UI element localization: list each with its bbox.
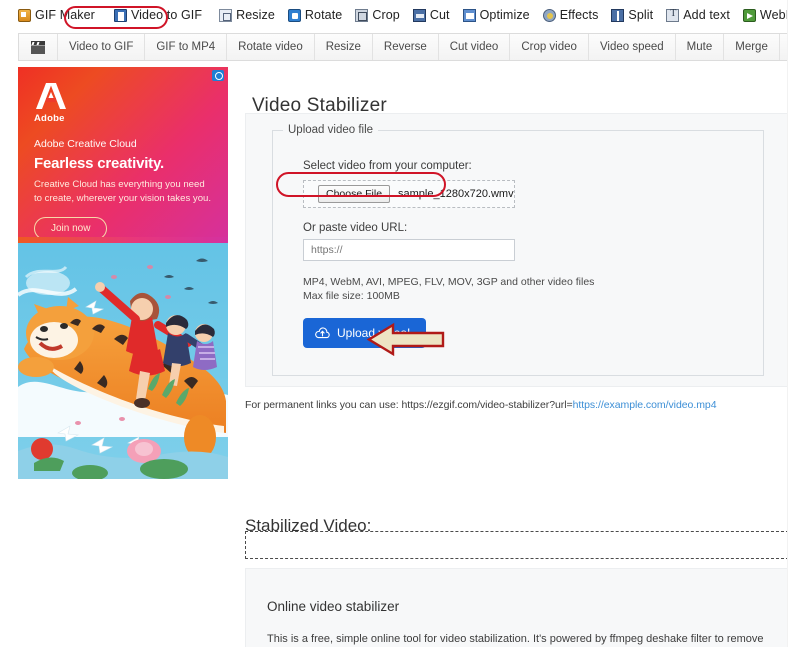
top-nav-label: Optimize bbox=[479, 8, 530, 22]
resize-icon bbox=[219, 8, 233, 22]
top-nav-item-cut[interactable]: Cut bbox=[412, 8, 457, 22]
sub-nav-item-video-speed[interactable]: Video speed bbox=[589, 34, 676, 60]
page-root: GIF Maker Video to GIF Resize Rotate Cro… bbox=[0, 0, 800, 647]
max-file-size-hint: Max file size: 100MB bbox=[303, 290, 400, 302]
top-nav-label: Crop bbox=[372, 8, 400, 22]
sub-nav-label: GIF to MP4 bbox=[156, 41, 216, 53]
info-panel: Online video stabilizer This is a free, … bbox=[245, 568, 789, 647]
webp-icon bbox=[742, 8, 756, 22]
sub-nav-item-mute[interactable]: Mute bbox=[676, 34, 725, 60]
sub-nav-label: Reverse bbox=[383, 41, 427, 53]
top-nav: GIF Maker Video to GIF Resize Rotate Cro… bbox=[0, 0, 800, 30]
top-nav-label: Rotate bbox=[304, 8, 343, 22]
advertisement[interactable]: Adobe Adobe Creative Cloud Fearless crea… bbox=[18, 67, 228, 479]
choose-file-button[interactable]: Choose File bbox=[318, 185, 391, 203]
cloud-upload-icon bbox=[315, 327, 330, 339]
upload-card: Upload video file Select video from your… bbox=[245, 113, 789, 387]
effects-icon bbox=[542, 8, 556, 22]
sub-nav-label: Video speed bbox=[599, 41, 664, 53]
top-nav-label: Video to GIF bbox=[130, 8, 203, 22]
top-nav-item-video-to-gif[interactable]: Video to GIF bbox=[108, 8, 209, 22]
sub-nav-label: Video to GIF bbox=[69, 41, 134, 53]
top-nav-item-add-text[interactable]: Add text bbox=[666, 8, 737, 22]
upload-video-fieldset: Upload video file Select video from your… bbox=[272, 124, 764, 376]
ad-headline: Fearless creativity. bbox=[34, 155, 164, 172]
sub-nav: Video to GIF GIF to MP4 Rotate video Res… bbox=[18, 33, 800, 61]
ad-kicker: Adobe Creative Cloud bbox=[34, 138, 137, 150]
sub-nav-label: Crop video bbox=[521, 41, 577, 53]
top-nav-item-effects[interactable]: Effects bbox=[542, 8, 606, 22]
sub-nav-item-merge[interactable]: Merge bbox=[724, 34, 780, 60]
cut-icon bbox=[412, 8, 426, 22]
gif-maker-icon bbox=[18, 8, 31, 22]
upload-button-pointer-arrow bbox=[366, 322, 445, 361]
ad-body-text: Creative Cloud has everything you need t… bbox=[34, 179, 212, 204]
sub-nav-item-reverse[interactable]: Reverse bbox=[373, 34, 439, 60]
sub-nav-item-resize[interactable]: Resize bbox=[315, 34, 373, 60]
top-nav-item-rotate[interactable]: Rotate bbox=[287, 8, 349, 22]
video-url-input[interactable] bbox=[303, 239, 515, 261]
ad-header: Adobe Adobe Creative Cloud Fearless crea… bbox=[18, 67, 228, 240]
page-right-edge bbox=[787, 0, 800, 647]
ad-choices-icon[interactable] bbox=[212, 70, 224, 81]
file-input-box[interactable]: Choose File sample_1280x720.wmv bbox=[303, 180, 515, 208]
permanent-link-note: For permanent links you can use: https:/… bbox=[245, 399, 717, 411]
permanent-link-example-url[interactable]: https://example.com/video.mp4 bbox=[573, 399, 717, 411]
film-clapper-icon bbox=[31, 40, 45, 54]
sub-nav-item-crop-video[interactable]: Crop video bbox=[510, 34, 589, 60]
add-text-icon bbox=[666, 8, 680, 22]
split-icon bbox=[611, 8, 625, 22]
sub-nav-item-cut-video[interactable]: Cut video bbox=[439, 34, 511, 60]
info-heading: Online video stabilizer bbox=[267, 599, 400, 614]
top-nav-item-gif-maker[interactable]: GIF Maker bbox=[18, 8, 102, 22]
permanent-link-prefix: For permanent links you can use: https:/… bbox=[245, 399, 573, 411]
selected-file-name: sample_1280x720.wmv bbox=[398, 188, 514, 200]
crop-icon bbox=[355, 8, 369, 22]
stabilized-video-result-box bbox=[245, 531, 789, 559]
info-paragraph: This is a free, simple online tool for v… bbox=[267, 633, 764, 645]
supported-formats-hint: MP4, WebM, AVI, MPEG, FLV, MOV, 3GP and … bbox=[303, 276, 595, 288]
sub-nav-item-gif-to-mp4[interactable]: GIF to MP4 bbox=[145, 34, 228, 60]
top-nav-label: Split bbox=[628, 8, 654, 22]
sub-nav-label: Merge bbox=[735, 41, 768, 53]
sub-nav-item-rotate-video[interactable]: Rotate video bbox=[227, 34, 315, 60]
rotate-icon bbox=[287, 8, 301, 22]
top-nav-label: GIF Maker bbox=[35, 8, 95, 22]
adobe-logo-icon bbox=[34, 81, 68, 111]
adobe-wordmark: Adobe bbox=[34, 113, 65, 124]
sub-nav-label: Resize bbox=[325, 41, 361, 53]
top-nav-item-optimize[interactable]: Optimize bbox=[462, 8, 537, 22]
top-nav-label: Effects bbox=[559, 8, 599, 22]
top-nav-item-split[interactable]: Split bbox=[611, 8, 660, 22]
video-to-gif-icon bbox=[113, 8, 127, 22]
sub-nav-home[interactable] bbox=[19, 34, 58, 60]
sub-nav-label: Cut video bbox=[449, 41, 499, 53]
sub-nav-label: Mute bbox=[686, 41, 713, 53]
select-video-label: Select video from your computer: bbox=[303, 160, 472, 172]
url-label: Or paste video URL: bbox=[303, 222, 408, 234]
sub-nav-label: Rotate video bbox=[238, 41, 303, 53]
top-nav-item-resize[interactable]: Resize bbox=[219, 8, 282, 22]
optimize-icon bbox=[462, 8, 476, 22]
sub-nav-item-video-to-gif[interactable]: Video to GIF bbox=[58, 34, 146, 60]
top-nav-label: Cut bbox=[429, 8, 450, 22]
upload-legend: Upload video file bbox=[288, 124, 374, 136]
top-nav-label: Add text bbox=[683, 8, 730, 22]
top-nav-label: Resize bbox=[236, 8, 275, 22]
ad-artwork bbox=[18, 237, 228, 479]
top-nav-item-crop[interactable]: Crop bbox=[355, 8, 407, 22]
